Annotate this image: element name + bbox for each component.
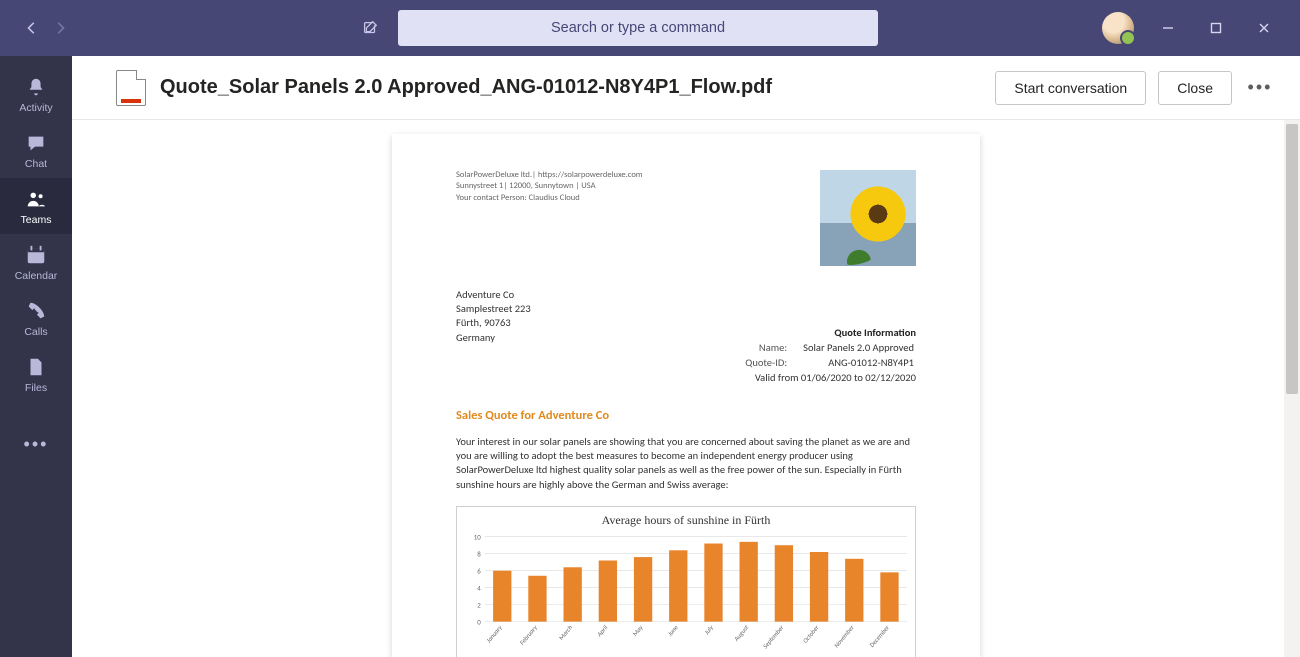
sender-line: SolarPowerDeluxe ltd.| https://solarpowe… [456, 170, 643, 181]
back-arrow-icon[interactable] [18, 14, 46, 42]
app-rail: Activity Chat Teams Calendar Calls Files… [0, 56, 72, 657]
minimize-icon[interactable] [1154, 17, 1182, 39]
pdf-file-icon [116, 70, 146, 106]
rail-item-calendar[interactable]: Calendar [0, 234, 72, 290]
nav-arrows [18, 14, 74, 42]
svg-text:May: May [631, 622, 645, 637]
document-header: Quote_Solar Panels 2.0 Approved_ANG-0101… [72, 56, 1300, 120]
maximize-icon[interactable] [1202, 17, 1230, 39]
sender-line: Your contact Person: Claudius Cloud [456, 193, 643, 204]
rail-label: Calendar [15, 270, 58, 282]
titlebar-right [1102, 12, 1292, 44]
calendar-icon [24, 243, 48, 267]
svg-text:April: April [595, 623, 610, 639]
quote-info-table: Name:Solar Panels 2.0 Approved Quote-ID:… [743, 339, 916, 371]
close-icon[interactable] [1250, 17, 1278, 39]
bell-icon [24, 75, 48, 99]
svg-text:October: October [801, 623, 821, 645]
more-actions-icon[interactable]: ••• [1244, 72, 1276, 104]
sunflower-image [820, 170, 916, 266]
svg-text:4: 4 [477, 583, 481, 592]
recipient-line: Adventure Co [456, 288, 531, 302]
chart-title: Average hours of sunshine in Fürth [459, 513, 913, 528]
files-icon [24, 355, 48, 379]
svg-text:November: November [832, 623, 856, 649]
recipient-block: Adventure Co Samplestreet 223 Fürth, 907… [456, 288, 531, 384]
quote-id-label: Quote-ID: [745, 356, 801, 369]
svg-text:July: July [702, 623, 716, 637]
svg-text:December: December [868, 623, 892, 649]
quote-name-label: Name: [745, 341, 801, 354]
rail-label: Calls [24, 326, 47, 338]
more-icon: ••• [24, 432, 48, 456]
svg-text:0: 0 [477, 617, 481, 626]
svg-text:September: September [761, 623, 786, 650]
document-viewer[interactable]: SolarPowerDeluxe ltd.| https://solarpowe… [72, 120, 1300, 657]
svg-text:6: 6 [477, 566, 481, 575]
body-paragraph: Your interest in our solar panels are sh… [456, 435, 916, 492]
quote-id-value: ANG-01012-N8Y4P1 [803, 356, 914, 369]
pdf-page: SolarPowerDeluxe ltd.| https://solarpowe… [392, 134, 980, 657]
start-conversation-button[interactable]: Start conversation [995, 71, 1146, 105]
sunshine-chart: Average hours of sunshine in Fürth 0 2 4 6 8… [456, 506, 916, 657]
quote-name-value: Solar Panels 2.0 Approved [803, 341, 914, 354]
main-area: Quote_Solar Panels 2.0 Approved_ANG-0101… [72, 56, 1300, 657]
recipient-line: Germany [456, 331, 531, 345]
search-input[interactable]: Search or type a command [398, 10, 878, 46]
compose-icon[interactable] [354, 12, 386, 44]
avatar[interactable] [1102, 12, 1134, 44]
address-row: Adventure Co Samplestreet 223 Fürth, 907… [456, 288, 916, 384]
rail-item-more[interactable]: ••• [0, 416, 72, 472]
svg-text:January: January [484, 623, 505, 645]
sales-quote-title: Sales Quote for Adventure Co [456, 408, 916, 423]
document-actions: Start conversation Close ••• [995, 71, 1276, 105]
rail-label: Activity [19, 102, 52, 114]
scrollbar-track[interactable] [1284, 120, 1300, 657]
title-bar: Search or type a command [0, 0, 1300, 56]
teams-icon [24, 187, 48, 211]
forward-arrow-icon[interactable] [46, 14, 74, 42]
chat-icon [24, 131, 48, 155]
close-button[interactable]: Close [1158, 71, 1232, 105]
svg-text:March: March [557, 623, 574, 641]
calls-icon [24, 299, 48, 323]
recipient-line: Samplestreet 223 [456, 302, 531, 316]
document-title: Quote_Solar Panels 2.0 Approved_ANG-0101… [160, 76, 772, 99]
svg-text:August: August [732, 623, 751, 643]
quote-validity: Valid from 01/06/2020 to 02/12/2020 [743, 371, 916, 384]
rail-item-activity[interactable]: Activity [0, 66, 72, 122]
letterhead: SolarPowerDeluxe ltd.| https://solarpowe… [456, 170, 916, 266]
rail-label: Files [25, 382, 47, 394]
rail-label: Teams [21, 214, 52, 226]
sender-line: Sunnystreet 1| 12000, Sunnytown | USA [456, 181, 643, 192]
rail-item-teams[interactable]: Teams [0, 178, 72, 234]
bar-chart-svg: 0 2 4 6 8 10 January February March April May June J… [459, 532, 913, 652]
svg-text:2: 2 [477, 600, 481, 609]
svg-text:8: 8 [477, 549, 481, 558]
svg-text:June: June [666, 623, 680, 638]
sender-block: SolarPowerDeluxe ltd.| https://solarpowe… [456, 170, 643, 204]
svg-text:February: February [518, 623, 540, 647]
rail-item-chat[interactable]: Chat [0, 122, 72, 178]
rail-item-calls[interactable]: Calls [0, 290, 72, 346]
recipient-line: Fürth, 90763 [456, 316, 531, 330]
rail-label: Chat [25, 158, 47, 170]
svg-text:10: 10 [474, 532, 481, 541]
quote-info-header: Quote Information [743, 326, 916, 339]
scrollbar-thumb[interactable] [1286, 124, 1298, 394]
quote-info: Quote Information Name:Solar Panels 2.0 … [743, 326, 916, 384]
rail-item-files[interactable]: Files [0, 346, 72, 402]
